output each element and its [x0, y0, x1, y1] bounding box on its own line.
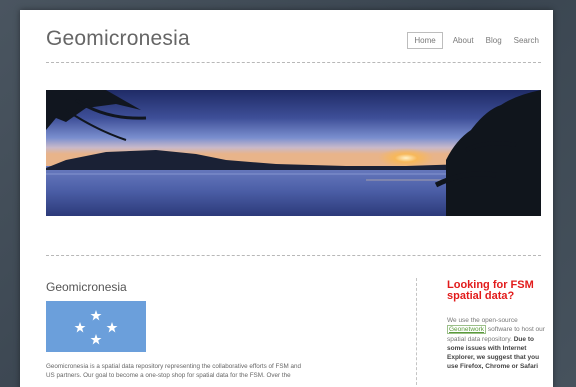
sidebar-title-line: spatial data? — [447, 290, 515, 302]
nav-about[interactable]: About — [451, 33, 476, 48]
page-container: Geomicronesia Home About Blog Search Geo… — [20, 10, 553, 387]
sunset-banner-image — [46, 90, 541, 216]
main-nav: Home About Blog Search — [407, 32, 541, 49]
sidebar-text: We use the open-source Geonetwork softwa… — [447, 316, 547, 372]
nav-blog[interactable]: Blog — [484, 33, 504, 48]
main-heading: Geomicronesia — [46, 280, 127, 294]
site-header: Geomicronesia Home About Blog Search — [46, 27, 541, 63]
sidebar: Looking for FSM spatial data? We use the… — [447, 280, 547, 372]
site-title[interactable]: Geomicronesia — [46, 27, 190, 51]
sidebar-text-intro: We use the open-source — [447, 317, 518, 324]
intro-paragraph: Geomicronesia is a spatial data reposito… — [46, 362, 376, 380]
sidebar-title: Looking for FSM spatial data? — [447, 280, 547, 302]
column-divider — [416, 278, 417, 387]
fsm-flag-image — [46, 301, 146, 352]
geonetwork-link[interactable]: Geonetwork — [447, 325, 487, 335]
intro-line: US partners. Our goal to become a one-st… — [46, 372, 291, 379]
intro-line: Geomicronesia is a spatial data reposito… — [46, 363, 302, 370]
content-divider — [46, 255, 541, 256]
nav-search[interactable]: Search — [512, 33, 541, 48]
nav-home[interactable]: Home — [407, 32, 443, 49]
